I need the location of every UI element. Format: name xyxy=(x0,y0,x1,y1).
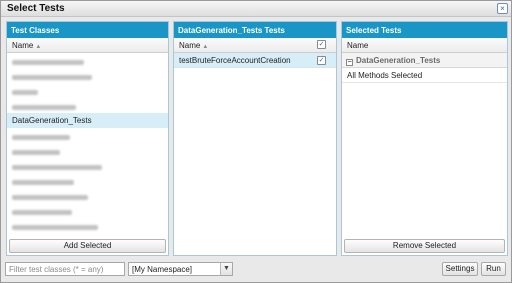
add-selected-button[interactable]: Add Selected xyxy=(9,239,166,253)
close-button[interactable]: × xyxy=(497,3,508,14)
class-tests-header: DataGeneration_Tests Tests xyxy=(174,22,336,38)
name-column-label: Name xyxy=(12,41,34,50)
name-column-label: Name xyxy=(347,41,369,50)
chevron-down-icon[interactable]: ▼ xyxy=(220,263,232,275)
namespace-value: [My Namespace] xyxy=(132,265,193,274)
selected-group-label: DataGeneration_Tests xyxy=(356,56,441,65)
redacted-class-name xyxy=(12,135,70,140)
test-method-label: testBruteForceAccountCreation xyxy=(179,56,291,65)
selected-group-row[interactable]: − DataGeneration_Tests xyxy=(342,53,507,68)
test-class-row[interactable] xyxy=(7,173,168,188)
run-button[interactable]: Run xyxy=(481,262,506,276)
redacted-class-name xyxy=(12,60,84,65)
redacted-class-name xyxy=(12,165,102,170)
settings-button[interactable]: Settings xyxy=(442,262,478,276)
redacted-class-name xyxy=(12,90,38,95)
sort-ascending-icon: ▲ xyxy=(35,44,42,50)
filter-test-classes-input[interactable] xyxy=(5,262,125,276)
sort-ascending-icon: ▲ xyxy=(202,44,209,50)
dialog-titlebar: Select Tests × xyxy=(1,1,511,17)
test-class-row[interactable] xyxy=(7,158,168,173)
test-class-row[interactable] xyxy=(7,53,168,68)
name-column-header[interactable]: Name ▲ ✓ xyxy=(174,38,336,53)
test-classes-list: DataGeneration_Tests xyxy=(7,53,168,233)
name-column-header[interactable]: Name xyxy=(342,38,507,53)
test-classes-panel: Test Classes Name ▲ DataGeneration_Tests … xyxy=(6,21,169,256)
test-class-row[interactable] xyxy=(7,218,168,233)
test-class-row[interactable] xyxy=(7,143,168,158)
test-class-row[interactable] xyxy=(7,83,168,98)
namespace-select[interactable]: [My Namespace] ▼ xyxy=(128,262,233,276)
test-class-row[interactable] xyxy=(7,98,168,113)
test-method-checkbox[interactable]: ✓ xyxy=(317,56,326,65)
collapse-icon[interactable]: − xyxy=(346,59,353,66)
bottom-toolbar: [My Namespace] ▼ Settings Run xyxy=(1,259,511,283)
class-tests-panel: DataGeneration_Tests Tests Name ▲ ✓ testB… xyxy=(173,21,337,256)
test-classes-header: Test Classes xyxy=(7,22,168,38)
redacted-class-name xyxy=(12,210,72,215)
redacted-class-name xyxy=(12,150,60,155)
remove-selected-button[interactable]: Remove Selected xyxy=(344,239,505,253)
dialog-title: Select Tests xyxy=(7,3,65,14)
test-class-row[interactable] xyxy=(7,203,168,218)
redacted-class-name xyxy=(12,225,98,230)
test-method-row[interactable]: testBruteForceAccountCreation ✓ xyxy=(174,53,336,68)
redacted-class-name xyxy=(12,105,76,110)
selected-tests-panel: Selected Tests Name − DataGeneration_Test… xyxy=(341,21,508,256)
name-column-label: Name xyxy=(179,41,201,50)
test-class-row[interactable] xyxy=(7,68,168,83)
redacted-class-name xyxy=(12,195,88,200)
select-tests-dialog: Select Tests × Test Classes Name ▲ DataGe… xyxy=(0,0,512,283)
selected-detail-row[interactable]: All Methods Selected xyxy=(342,68,507,83)
test-class-label: DataGeneration_Tests xyxy=(12,116,92,125)
test-class-row[interactable]: DataGeneration_Tests xyxy=(7,113,168,128)
test-class-row[interactable] xyxy=(7,188,168,203)
selected-detail-label: All Methods Selected xyxy=(347,71,423,80)
redacted-class-name xyxy=(12,180,74,185)
test-class-row[interactable] xyxy=(7,128,168,143)
selected-tests-header: Selected Tests xyxy=(342,22,507,38)
redacted-class-name xyxy=(12,75,92,80)
name-column-header[interactable]: Name ▲ xyxy=(7,38,168,53)
close-icon: × xyxy=(500,4,505,13)
select-all-checkbox[interactable]: ✓ xyxy=(317,40,326,49)
